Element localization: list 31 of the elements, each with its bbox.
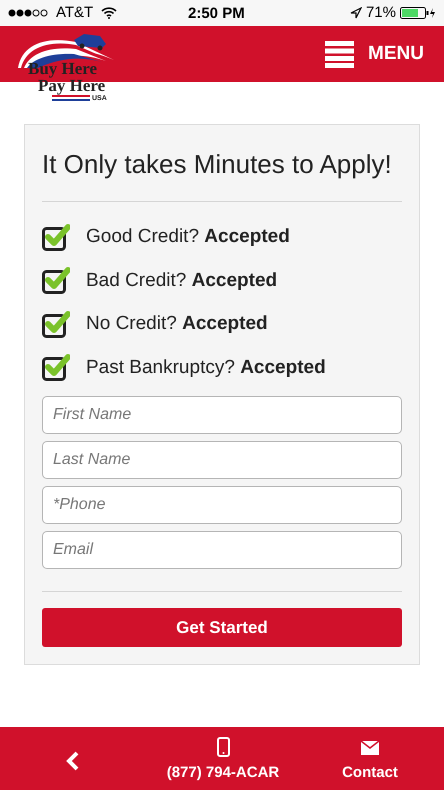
form-title: It Only takes Minutes to Apply! <box>42 149 402 202</box>
checked-checkbox[interactable] <box>42 267 70 294</box>
logo-text: Buy Here <box>28 60 98 77</box>
phone-icon <box>216 737 230 757</box>
input-field[interactable]: First Name <box>42 396 402 434</box>
back-icon <box>66 751 80 771</box>
logo-text: Pay Here <box>38 77 106 94</box>
clock-time: 2:50 PM <box>188 4 245 24</box>
checked-checkbox[interactable] <box>42 310 70 338</box>
checklist-label: Bad Credit? Accepted <box>86 268 278 292</box>
carrier-label: AT&T <box>56 2 94 23</box>
back-button[interactable] <box>66 751 80 771</box>
battery-icon <box>400 7 436 19</box>
phone-button[interactable]: (877) 794-ACAR <box>164 737 282 784</box>
location-arrow-icon <box>350 7 362 19</box>
get-started-button[interactable]: Get Started <box>42 608 402 647</box>
menu-icon <box>325 40 354 68</box>
checked-checkbox[interactable] <box>42 354 70 382</box>
input-field[interactable]: Email <box>42 531 402 569</box>
mail-icon <box>361 741 379 755</box>
contact-button[interactable]: Contact <box>336 741 404 784</box>
wifi-icon <box>101 7 118 19</box>
checked-checkbox[interactable] <box>42 224 70 251</box>
menu-button[interactable]: MENU <box>325 40 424 68</box>
checklist-label: Past Bankruptcy? Accepted <box>86 356 326 380</box>
checklist-label: Good Credit? Accepted <box>86 225 290 249</box>
battery-percent: 71% <box>366 2 396 23</box>
input-field[interactable]: *Phone <box>42 486 402 524</box>
input-field[interactable]: Last Name <box>42 441 402 479</box>
checklist-label: No Credit? Accepted <box>86 312 268 336</box>
stripes-drawing <box>52 95 90 101</box>
